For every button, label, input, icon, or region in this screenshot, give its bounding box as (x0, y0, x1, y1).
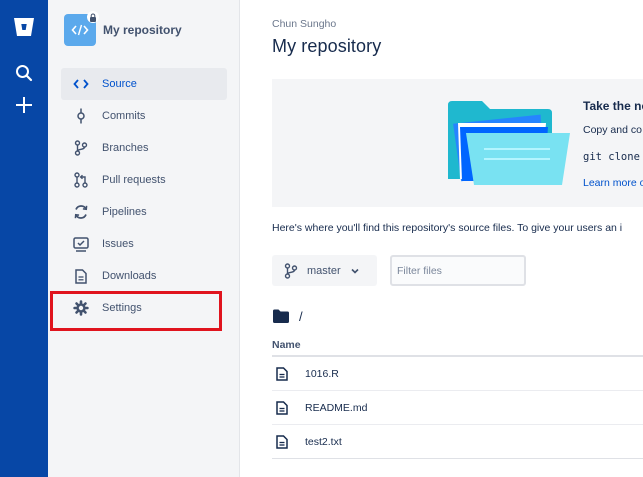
file-table: Name 1016.R README.md test2.txt (272, 336, 643, 459)
pipelines-icon (72, 203, 90, 221)
main-content: Chun Sungho My repository Take the ne Co… (240, 0, 643, 477)
download-file-icon (72, 267, 90, 285)
sidebar-nav: Source Commits Branches Pull requests Pi… (61, 68, 227, 324)
filter-files-input[interactable] (390, 255, 526, 286)
breadcrumb[interactable]: Chun Sungho (272, 18, 336, 30)
clone-command: git clone (583, 151, 640, 163)
sidebar-item-settings[interactable]: Settings (61, 292, 227, 324)
sidebar-item-label: Branches (102, 142, 149, 154)
repo-name: My repository (103, 23, 182, 37)
sidebar-item-commits[interactable]: Commits (61, 100, 227, 132)
sidebar-item-label: Issues (102, 238, 134, 250)
table-row[interactable]: README.md (272, 391, 643, 425)
sidebar-item-pipelines[interactable]: Pipelines (61, 196, 227, 228)
global-nav-rail (0, 0, 48, 477)
repo-avatar (64, 11, 99, 46)
code-icon (72, 75, 90, 93)
sidebar-item-label: Source (102, 78, 137, 90)
branch-selector[interactable]: master (272, 255, 377, 286)
sidebar-item-branches[interactable]: Branches (61, 132, 227, 164)
branch-name: master (307, 264, 341, 277)
breadcrumb-path: / (272, 308, 303, 324)
table-row[interactable]: test2.txt (272, 425, 643, 459)
file-name[interactable]: test2.txt (305, 436, 342, 448)
file-icon (276, 366, 288, 381)
sidebar-item-label: Pull requests (102, 174, 166, 186)
source-info-text: Here's where you'll find this repository… (272, 222, 623, 234)
page-title: My repository (272, 36, 382, 56)
sidebar-item-pull-requests[interactable]: Pull requests (61, 164, 227, 196)
table-row[interactable]: 1016.R (272, 357, 643, 391)
branch-icon (72, 139, 90, 157)
file-name[interactable]: README.md (305, 402, 367, 414)
banner-title: Take the ne (583, 99, 643, 113)
sidebar-item-label: Downloads (102, 270, 157, 282)
plus-icon[interactable] (13, 94, 35, 116)
repo-header[interactable]: My repository (64, 11, 182, 47)
search-icon[interactable] (13, 62, 35, 84)
file-icon (276, 400, 288, 415)
column-header-name[interactable]: Name (272, 336, 643, 357)
sidebar-item-label: Settings (102, 302, 142, 314)
issues-icon (72, 235, 90, 253)
pull-request-icon (72, 171, 90, 189)
file-name[interactable]: 1016.R (305, 368, 339, 380)
sidebar-item-issues[interactable]: Issues (61, 228, 227, 260)
commit-icon (72, 107, 90, 125)
chevron-down-icon (350, 266, 360, 276)
code-brackets-icon (71, 24, 89, 36)
gear-icon (72, 299, 90, 317)
bitbucket-logo-icon[interactable] (12, 15, 36, 39)
banner-text: Copy and co (583, 124, 642, 136)
project-sidebar: My repository Source Commits Branches Pu… (48, 0, 240, 477)
sidebar-item-source[interactable]: Source (61, 68, 227, 100)
sidebar-item-label: Pipelines (102, 206, 147, 218)
getting-started-banner: Take the ne Copy and co git clone Learn … (272, 79, 643, 207)
sidebar-item-downloads[interactable]: Downloads (61, 260, 227, 292)
folder-icon (273, 309, 289, 323)
sidebar-item-label: Commits (102, 110, 146, 122)
file-icon (276, 434, 288, 449)
lock-icon (87, 11, 99, 23)
current-path[interactable]: / (299, 309, 303, 324)
branch-icon (284, 262, 300, 279)
learn-more-link[interactable]: Learn more o (583, 177, 643, 189)
folder-illustration (448, 101, 570, 185)
